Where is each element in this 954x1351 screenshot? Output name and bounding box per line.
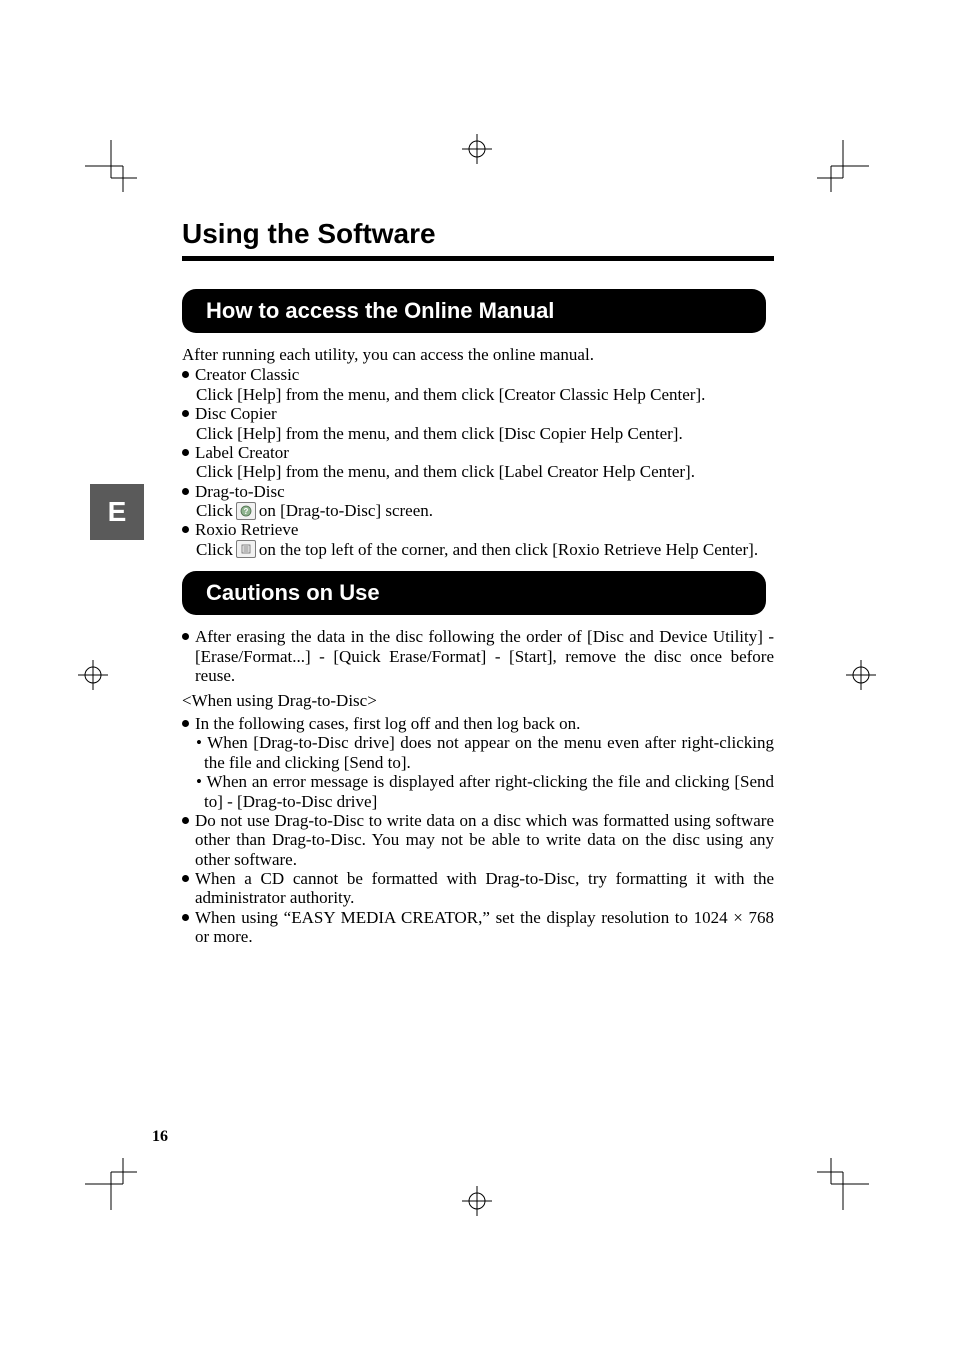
- page-title: Using the Software: [182, 218, 774, 250]
- do-not-use-text: Do not use Drag-to-Disc to write data on…: [195, 811, 774, 869]
- click-prefix: Click: [196, 501, 233, 520]
- bullet-icon: [182, 371, 189, 378]
- bullet-icon: [182, 449, 189, 456]
- click-prefix: Click: [196, 540, 233, 559]
- creator-classic-desc: Click [Help] from the menu, and them cli…: [196, 385, 774, 404]
- erase-data-text: After erasing the data in the disc follo…: [195, 627, 774, 685]
- bullet-icon: [182, 488, 189, 495]
- logoff-case2: • When an error message is displayed aft…: [204, 772, 774, 811]
- help-icon: ?: [236, 502, 256, 520]
- bullet-icon: [182, 720, 189, 727]
- click-suffix: on [Drag-to-Disc] screen.: [259, 501, 433, 520]
- page-content: Using the Software How to access the Onl…: [182, 218, 774, 947]
- crop-mark-bottom-left: [85, 1158, 137, 1210]
- bullet-easy-media: When using “EASY MEDIA CREATOR,” set the…: [182, 908, 774, 947]
- bullet-creator-classic: Creator Classic: [182, 365, 774, 384]
- bullet-drag-to-disc: Drag-to-Disc: [182, 482, 774, 501]
- bullet-do-not-use: Do not use Drag-to-Disc to write data on…: [182, 811, 774, 869]
- bullet-disc-copier: Disc Copier: [182, 404, 774, 423]
- logoff-case1: • When [Drag-to-Disc drive] does not app…: [204, 733, 774, 772]
- disc-copier-desc: Click [Help] from the menu, and them cli…: [196, 424, 774, 443]
- roxio-retrieve-click-line: Click on the top left of the corner, and…: [196, 540, 774, 559]
- bullet-roxio-retrieve: Roxio Retrieve: [182, 520, 774, 539]
- title-underline: [182, 256, 774, 261]
- bullet-icon: [182, 410, 189, 417]
- registration-top: [462, 134, 492, 164]
- creator-classic-title: Creator Classic: [195, 365, 774, 384]
- click-suffix: on the top left of the corner, and then …: [259, 540, 758, 559]
- bullet-icon: [182, 526, 189, 533]
- bullet-cd-format: When a CD cannot be formatted with Drag-…: [182, 869, 774, 908]
- bullet-erase-data: After erasing the data in the disc follo…: [182, 627, 774, 685]
- crop-mark-bottom-right: [817, 1158, 869, 1210]
- registration-left: [78, 660, 108, 690]
- page-number: 16: [152, 1128, 168, 1146]
- bullet-icon: [182, 633, 189, 640]
- bullet-icon: [182, 914, 189, 921]
- registration-right: [846, 660, 876, 690]
- roxio-retrieve-title: Roxio Retrieve: [195, 520, 774, 539]
- language-tab-e: E: [90, 484, 144, 540]
- label-creator-desc: Click [Help] from the menu, and them cli…: [196, 462, 774, 481]
- crop-mark-top-left: [85, 140, 137, 192]
- crop-mark-top-right: [817, 140, 869, 192]
- menu-icon: [236, 540, 256, 558]
- section-header-cautions: Cautions on Use: [182, 571, 766, 615]
- section-header-online-manual: How to access the Online Manual: [182, 289, 766, 333]
- registration-bottom: [462, 1186, 492, 1216]
- bullet-icon: [182, 817, 189, 824]
- cd-format-text: When a CD cannot be formatted with Drag-…: [195, 869, 774, 908]
- online-manual-intro: After running each utility, you can acce…: [182, 345, 774, 364]
- logoff-intro: In the following cases, first log off an…: [195, 714, 774, 733]
- svg-text:?: ?: [243, 507, 248, 516]
- bullet-label-creator: Label Creator: [182, 443, 774, 462]
- easy-media-text: When using “EASY MEDIA CREATOR,” set the…: [195, 908, 774, 947]
- drag-to-disc-click-line: Click ? on [Drag-to-Disc] screen.: [196, 501, 774, 520]
- when-using-drag-header: <When using Drag-to-Disc>: [182, 689, 774, 713]
- label-creator-title: Label Creator: [195, 443, 774, 462]
- tab-letter: E: [108, 496, 127, 528]
- drag-to-disc-title: Drag-to-Disc: [195, 482, 774, 501]
- disc-copier-title: Disc Copier: [195, 404, 774, 423]
- bullet-icon: [182, 875, 189, 882]
- bullet-logoff: In the following cases, first log off an…: [182, 714, 774, 733]
